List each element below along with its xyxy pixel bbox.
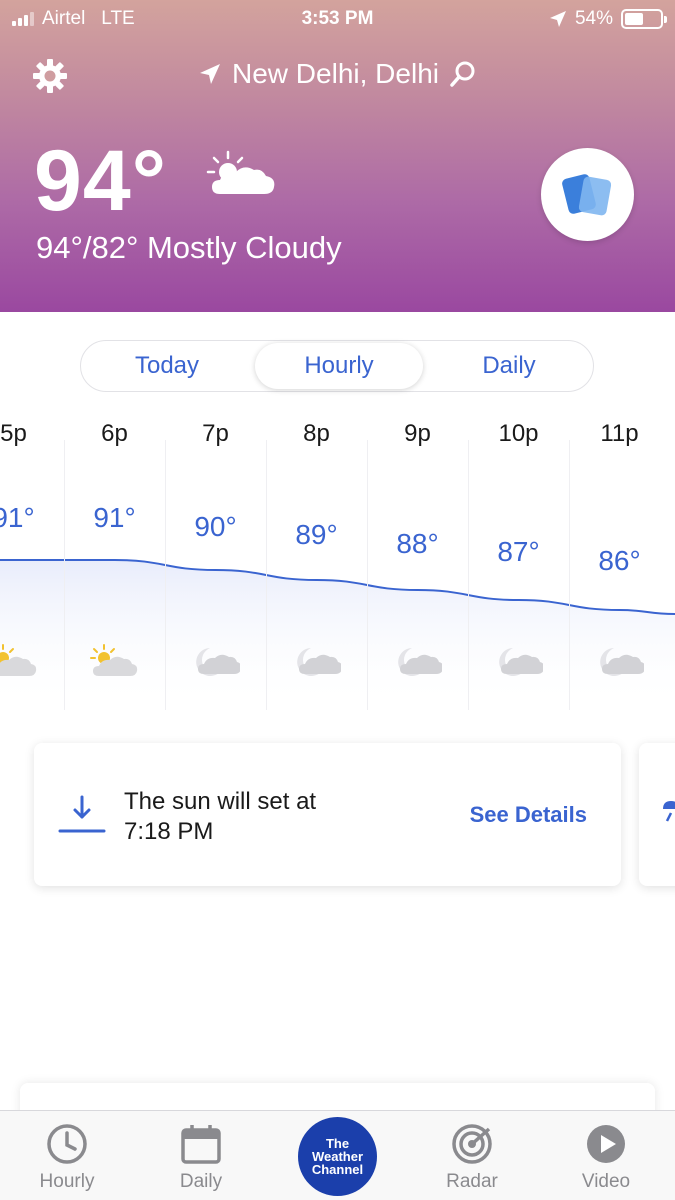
battery-percent: 54% bbox=[574, 8, 613, 29]
hour-temperature: 91° bbox=[0, 502, 35, 533]
column-divider bbox=[165, 440, 166, 710]
location-arrow-icon bbox=[200, 64, 221, 84]
column-divider bbox=[367, 440, 368, 710]
hour-temperature: 90° bbox=[194, 510, 237, 542]
column-divider bbox=[468, 440, 469, 710]
hour-label: 7p bbox=[202, 420, 229, 447]
rain-icon bbox=[663, 801, 675, 822]
hour-temperature: 91° bbox=[93, 502, 136, 533]
tab-bar-radar[interactable]: Radar bbox=[417, 1123, 527, 1193]
sunset-time: 7:18 PM bbox=[124, 818, 214, 845]
hourly-column[interactable]: 5p 91° bbox=[0, 410, 64, 710]
hourly-column[interactable]: 7p 90° bbox=[165, 410, 266, 710]
hour-temperature: 89° bbox=[295, 519, 338, 550]
tab-today[interactable]: Today bbox=[83, 341, 251, 391]
current-temperature: 94° bbox=[34, 133, 168, 229]
tab-bar-label: Hourly bbox=[39, 1171, 95, 1192]
partly-cloudy-night-icon bbox=[392, 642, 444, 682]
hour-label: 6p bbox=[101, 420, 128, 447]
tab-bar-label: Daily bbox=[179, 1171, 223, 1192]
hour-label: 10p bbox=[498, 420, 539, 447]
view-segmented-control: Today Hourly Daily bbox=[80, 340, 594, 392]
tab-daily[interactable]: Daily bbox=[425, 341, 593, 391]
location-name: New Delhi, Delhi bbox=[232, 58, 439, 89]
tab-bar-label: Video bbox=[581, 1171, 631, 1192]
tab-hourly[interactable]: Hourly bbox=[255, 343, 423, 389]
search-icon[interactable] bbox=[449, 60, 477, 88]
radar-icon bbox=[452, 1124, 492, 1164]
partly-cloudy-night-icon bbox=[493, 642, 545, 682]
hour-temperature: 86° bbox=[598, 544, 641, 576]
sunset-card[interactable]: The sun will set at 7:18 PM See Details bbox=[34, 743, 621, 886]
play-icon bbox=[587, 1125, 625, 1163]
weather-channel-logo[interactable]: The Weather Channel bbox=[298, 1117, 377, 1196]
hour-label: 5p bbox=[0, 420, 27, 447]
partly-cloudy-day-icon bbox=[89, 642, 139, 682]
hourly-column[interactable]: 9p 88° bbox=[367, 410, 468, 710]
column-divider bbox=[266, 440, 267, 710]
column-divider bbox=[64, 440, 65, 710]
hourly-column[interactable]: 8p 89° bbox=[266, 410, 367, 710]
partly-cloudy-night-icon bbox=[594, 642, 646, 682]
hour-label: 9p bbox=[404, 420, 431, 447]
logo-line: Channel bbox=[311, 1162, 364, 1177]
sunset-icon bbox=[58, 795, 106, 833]
cards-button[interactable] bbox=[541, 148, 634, 241]
battery-icon bbox=[621, 9, 667, 29]
location-services-icon bbox=[549, 11, 566, 27]
tab-bar-daily[interactable]: Daily bbox=[146, 1123, 256, 1193]
tab-bar-hourly[interactable]: Hourly bbox=[12, 1123, 122, 1193]
hourly-column[interactable]: 6p 91° bbox=[64, 410, 165, 710]
partly-cloudy-night-icon bbox=[291, 642, 343, 682]
see-details-link[interactable]: See Details bbox=[470, 802, 587, 828]
clock-icon bbox=[47, 1124, 87, 1164]
header: Airtel LTE 3:53 PM 54% New Delhi, Delhi … bbox=[0, 0, 675, 312]
next-card[interactable] bbox=[639, 743, 675, 886]
hour-temperature: 88° bbox=[396, 527, 439, 559]
hour-label: 11p bbox=[600, 420, 639, 447]
hour-temperature: 87° bbox=[497, 536, 540, 567]
hour-label: 8p bbox=[303, 420, 330, 447]
hourly-column[interactable]: 10p 87° bbox=[468, 410, 569, 710]
partly-cloudy-day-icon bbox=[206, 150, 275, 194]
hourly-column[interactable]: 11p 86° bbox=[569, 410, 670, 710]
daily-summary: 94°/82° Mostly Cloudy bbox=[36, 230, 342, 265]
calendar-icon bbox=[181, 1125, 221, 1164]
status-bar: Airtel LTE 3:53 PM 54% bbox=[0, 6, 675, 34]
hourly-forecast[interactable]: 5p 91° 6p 91° 7p 90° 8p 89° 9p 88° 10p 87° 11p 86° bbox=[0, 410, 675, 720]
tab-bar-video[interactable]: Video bbox=[551, 1123, 661, 1193]
cards-icon bbox=[562, 174, 612, 216]
partly-cloudy-day-icon bbox=[0, 642, 38, 682]
location-selector[interactable]: New Delhi, Delhi bbox=[0, 58, 675, 90]
sunset-text: The sun will set at bbox=[124, 788, 317, 815]
partly-cloudy-night-icon bbox=[190, 642, 242, 682]
tab-bar-label: Radar bbox=[446, 1171, 498, 1192]
